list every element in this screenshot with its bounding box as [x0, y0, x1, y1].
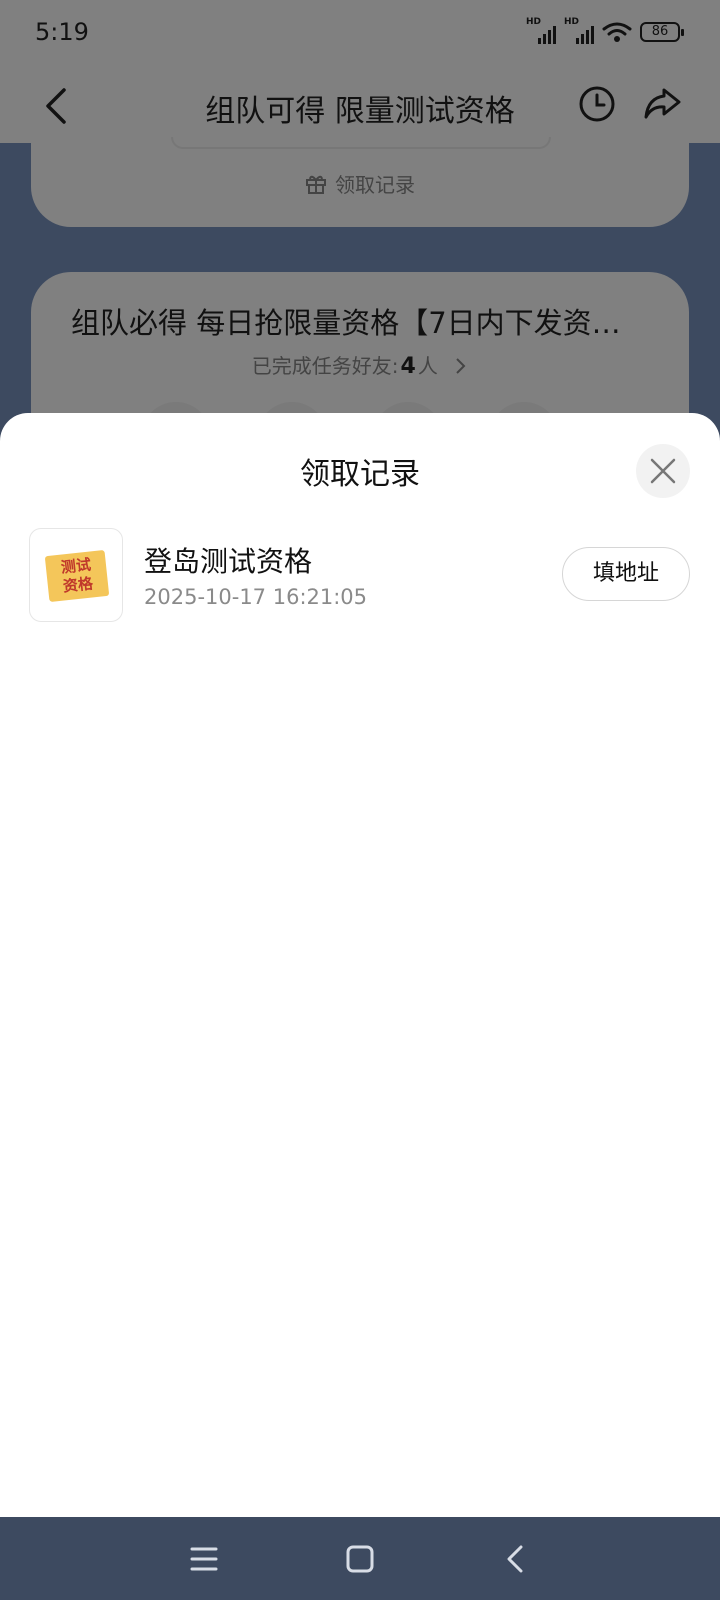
friends-completed-label: 已完成任务好友:	[251, 354, 399, 378]
fill-address-button[interactable]: 填地址	[562, 547, 690, 601]
close-icon	[650, 458, 676, 484]
record-thumbnail: 测试 资格	[29, 528, 123, 622]
status-bar: 5:19 HD HD 86	[0, 0, 720, 68]
card-button-outline	[171, 137, 551, 149]
history-clock-icon[interactable]	[578, 85, 616, 123]
gift-icon	[306, 175, 326, 194]
status-icons: HD HD 86	[526, 17, 684, 44]
back-icon[interactable]	[38, 84, 78, 128]
home-icon[interactable]	[340, 1539, 380, 1579]
sheet-title: 领取记录	[300, 457, 420, 492]
friends-count: 4	[400, 354, 416, 379]
record-time: 2025-10-17 16:21:05	[144, 585, 368, 609]
menu-icon[interactable]	[184, 1539, 224, 1579]
claim-record-sheet: 领取记录 测试 资格 登岛测试资格 2025-10-17 16:21:05 填地…	[0, 413, 720, 1517]
share-icon[interactable]	[642, 84, 682, 124]
claim-record-label: 领取记录	[335, 173, 415, 197]
claim-record-link[interactable]: 领取记录	[31, 169, 689, 198]
status-time: 5:19	[35, 18, 89, 46]
record-name: 登岛测试资格	[144, 545, 313, 578]
test-ticket-icon: 测试 资格	[44, 549, 110, 603]
app-header: 组队可得 限量测试资格	[0, 68, 720, 143]
signal-icon: HD	[564, 17, 594, 44]
friends-completed-link[interactable]: 已完成任务好友:4 人	[31, 350, 689, 379]
close-button[interactable]	[636, 444, 690, 498]
friends-unit: 人	[417, 354, 438, 378]
page-title: 组队可得 限量测试资格	[205, 94, 515, 129]
battery-icon: 86	[640, 22, 684, 42]
chevron-right-icon	[456, 358, 466, 374]
team-task-title: 组队必得 每日抢限量资格【7日内下发资…	[71, 306, 621, 340]
wifi-icon	[602, 22, 632, 42]
signal-icon: HD	[526, 17, 556, 44]
system-navigation-bar	[0, 1517, 720, 1600]
reward-card: 领取记录	[31, 137, 689, 227]
back-icon[interactable]	[496, 1539, 536, 1579]
